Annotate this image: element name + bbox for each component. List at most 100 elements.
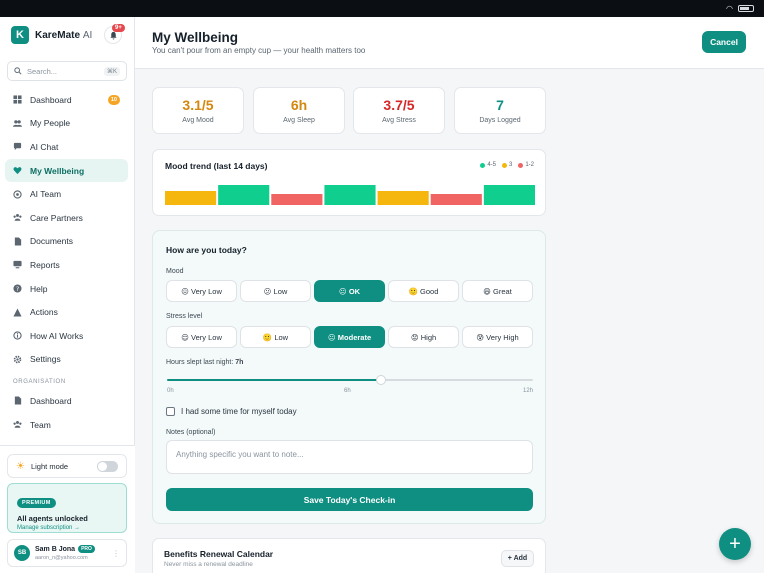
slider-thumb[interactable] xyxy=(375,375,386,385)
notes-field[interactable]: Anything specific you want to note... xyxy=(166,440,533,474)
mood-trend-bar xyxy=(483,185,535,205)
document-icon xyxy=(13,237,22,246)
people-icon xyxy=(13,119,22,128)
mood-option-ok[interactable]: 😐 OK xyxy=(314,280,385,302)
sleep-value: 7h xyxy=(235,359,244,366)
page-header: My Wellbeing You can't pour from an empt… xyxy=(135,17,764,69)
sidebar-item-org-dashboard[interactable]: Dashboard xyxy=(5,389,128,413)
mood-trend-bar xyxy=(324,185,376,205)
stress-option-high[interactable]: 😟 High xyxy=(388,326,459,348)
org-section-heading: ORGANISATION xyxy=(13,379,66,386)
save-checkin-button[interactable]: Save Today's Check-in xyxy=(166,488,533,511)
cancel-button[interactable]: Cancel xyxy=(702,31,746,53)
mood-option-low[interactable]: 😕 Low xyxy=(240,280,311,302)
status-bar: ◠ xyxy=(0,0,764,17)
stress-option-moderate[interactable]: 😐 Moderate xyxy=(314,326,385,348)
light-mode-toggle[interactable] xyxy=(97,460,118,472)
stress-selector: 😌 Very Low 🙂 Low 😐 Moderate 😟 High 😰 Ver… xyxy=(166,326,533,348)
stat-label: Avg Mood xyxy=(182,117,214,124)
notification-badge: 9+ xyxy=(112,24,125,32)
mood-trend-bar xyxy=(218,185,270,205)
stress-option-very-high[interactable]: 😰 Very High xyxy=(462,326,533,348)
stat-label: Avg Sleep xyxy=(283,117,315,124)
heart-icon xyxy=(13,166,22,175)
benefits-title: Benefits Renewal Calendar xyxy=(164,549,274,559)
sidebar-item-documents[interactable]: Documents xyxy=(5,230,128,254)
tick-label: 12h xyxy=(522,388,533,394)
sidebar-item-my-wellbeing[interactable]: My Wellbeing xyxy=(5,158,128,183)
mood-option-very-low[interactable]: 😖 Very Low xyxy=(166,280,237,302)
sidebar-item-label: AI Chat xyxy=(30,141,59,152)
page-title: My Wellbeing xyxy=(152,30,239,45)
manage-subscription-link[interactable]: Manage subscription → xyxy=(17,525,117,531)
sidebar-item-label: Documents xyxy=(30,236,73,247)
sidebar-item-label: Dashboard xyxy=(30,94,72,105)
mood-option-good[interactable]: 🙂 Good xyxy=(388,280,459,302)
info-icon xyxy=(13,331,22,340)
sidebar-footer: ☀ Light mode PREMIUM All agents unlocked… xyxy=(0,445,135,573)
user-name-row: Sam B Jona PRO xyxy=(35,545,95,553)
status-time xyxy=(10,4,12,13)
sidebar-item-org-team[interactable]: Team xyxy=(5,413,128,437)
more-icon[interactable]: ⋮ xyxy=(112,549,120,558)
me-time-label: I had some time for myself today xyxy=(181,407,297,416)
stat-card-days-logged: 7 Days Logged xyxy=(454,87,546,134)
page-subtitle: You can't pour from an empty cup — your … xyxy=(152,46,366,55)
sidebar-item-dashboard[interactable]: Dashboard 10 xyxy=(5,88,128,112)
reports-icon xyxy=(13,260,22,269)
sidebar-item-label: My People xyxy=(30,118,71,129)
stress-option-very-low[interactable]: 😌 Very Low xyxy=(166,326,237,348)
sidebar-item-ai-chat[interactable]: AI Chat xyxy=(5,135,128,159)
me-time-checkbox[interactable] xyxy=(166,407,175,416)
sidebar-item-ai-team[interactable]: AI Team xyxy=(5,182,128,206)
mood-trend-bar xyxy=(165,191,217,205)
add-benefit-button[interactable]: + Add xyxy=(501,550,534,567)
sidebar-item-label: Reports xyxy=(30,259,60,270)
sleep-slider[interactable] xyxy=(167,375,533,385)
sidebar-item-care-partners[interactable]: Care Partners xyxy=(5,206,128,230)
avatar: SB xyxy=(14,545,30,561)
brand[interactable]: K KareMate AI xyxy=(11,26,92,44)
search-icon xyxy=(14,67,22,75)
sidebar-item-label: Actions xyxy=(30,307,58,318)
tick-label: 6h xyxy=(344,388,351,394)
slider-fill xyxy=(167,379,381,381)
light-mode-label: Light mode xyxy=(30,461,69,471)
sidebar-item-how-ai-works[interactable]: How AI Works xyxy=(5,324,128,348)
sidebar-item-my-people[interactable]: My People xyxy=(5,112,128,136)
checkin-title: How are you today? xyxy=(166,245,247,255)
premium-title: All agents unlocked xyxy=(17,514,88,523)
sleep-label-text: Hours slept last night: xyxy=(166,359,234,366)
plus-icon: + xyxy=(729,532,741,555)
stress-option-low[interactable]: 🙂 Low xyxy=(240,326,311,348)
light-mode-row: ☀ Light mode xyxy=(7,454,127,478)
sidebar-item-label: Help xyxy=(30,283,48,294)
sidebar-item-help[interactable]: ? Help xyxy=(5,277,128,301)
grid-icon xyxy=(13,95,22,104)
sidebar-item-settings[interactable]: Settings xyxy=(5,348,128,372)
chat-icon xyxy=(13,142,22,151)
sidebar-item-label: My Wellbeing xyxy=(30,165,85,176)
dashboard-count-badge: 10 xyxy=(107,94,120,105)
add-fab-button[interactable]: + xyxy=(719,528,751,560)
stat-label: Days Logged xyxy=(479,117,521,124)
sidebar-item-label: AI Team xyxy=(30,189,62,200)
actions-icon xyxy=(13,308,22,317)
sidebar-item-reports[interactable]: Reports xyxy=(5,253,128,277)
user-card[interactable]: SB Sam B Jona PRO aaron_n@yahoo.com ⋮ xyxy=(7,539,127,567)
notes-label: Notes (optional) xyxy=(166,429,216,436)
sidebar-nav: Dashboard 10 My People AI Chat My Wellbe… xyxy=(5,88,128,436)
me-time-row[interactable]: I had some time for myself today xyxy=(166,407,297,416)
sidebar-item-label: Team xyxy=(30,419,51,430)
premium-card: PREMIUM All agents unlocked Manage subsc… xyxy=(7,483,127,533)
sidebar-item-actions[interactable]: Actions xyxy=(5,300,128,324)
search-input[interactable]: Search... ⌘K xyxy=(7,61,127,81)
mood-option-great[interactable]: 😄 Great xyxy=(462,280,533,302)
svg-text:?: ? xyxy=(16,286,19,293)
sidebar: K KareMate AI 9+ Search... ⌘K Dashboard … xyxy=(0,17,135,573)
stat-card-avg-mood: 3.1/5 Avg Mood xyxy=(152,87,244,134)
mood-trend-bar xyxy=(271,194,323,205)
gear-icon xyxy=(13,355,22,364)
user-name: Sam B Jona xyxy=(35,545,76,553)
benefits-subtitle: Never miss a renewal deadline xyxy=(164,561,253,568)
